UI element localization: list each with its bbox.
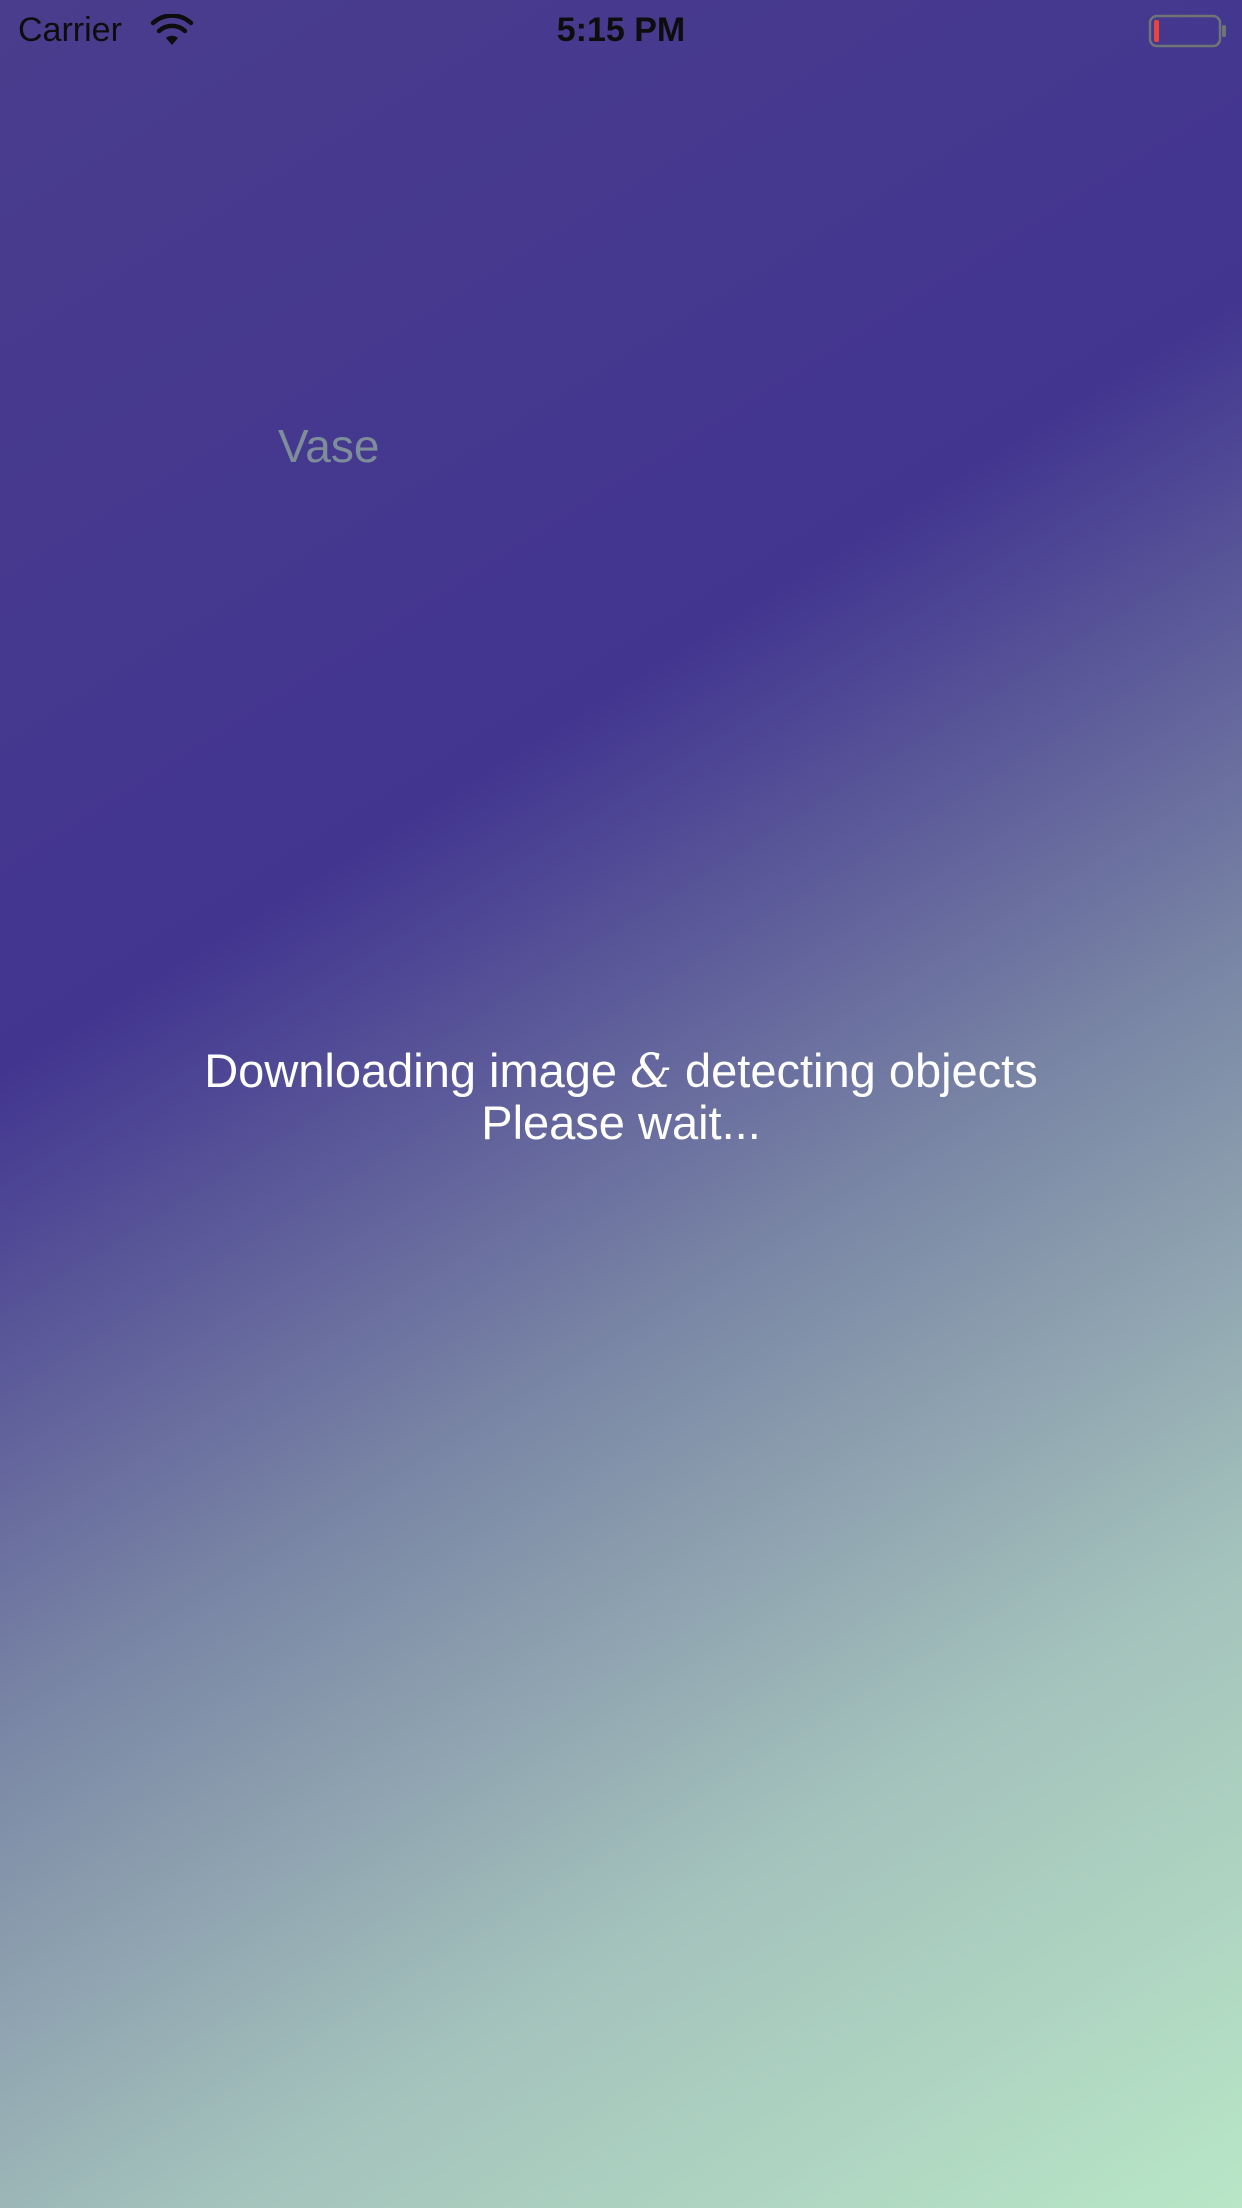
battery-low-icon (1148, 14, 1226, 48)
ampersand: & (630, 1044, 672, 1099)
loading-line-1-start: Downloading image (204, 1044, 631, 1097)
status-bar: Carrier 5:15 PM (0, 0, 1242, 60)
loading-line-1-end: detecting objects (671, 1044, 1038, 1097)
detected-object-label: Vase (278, 420, 380, 472)
loading-line-2: Please wait... (481, 1096, 761, 1149)
loading-message: Downloading image & detecting objects Pl… (0, 1045, 1242, 1148)
status-time: 5:15 PM (556, 11, 686, 49)
loading-line-1: Downloading image & detecting objects (0, 1045, 1242, 1097)
